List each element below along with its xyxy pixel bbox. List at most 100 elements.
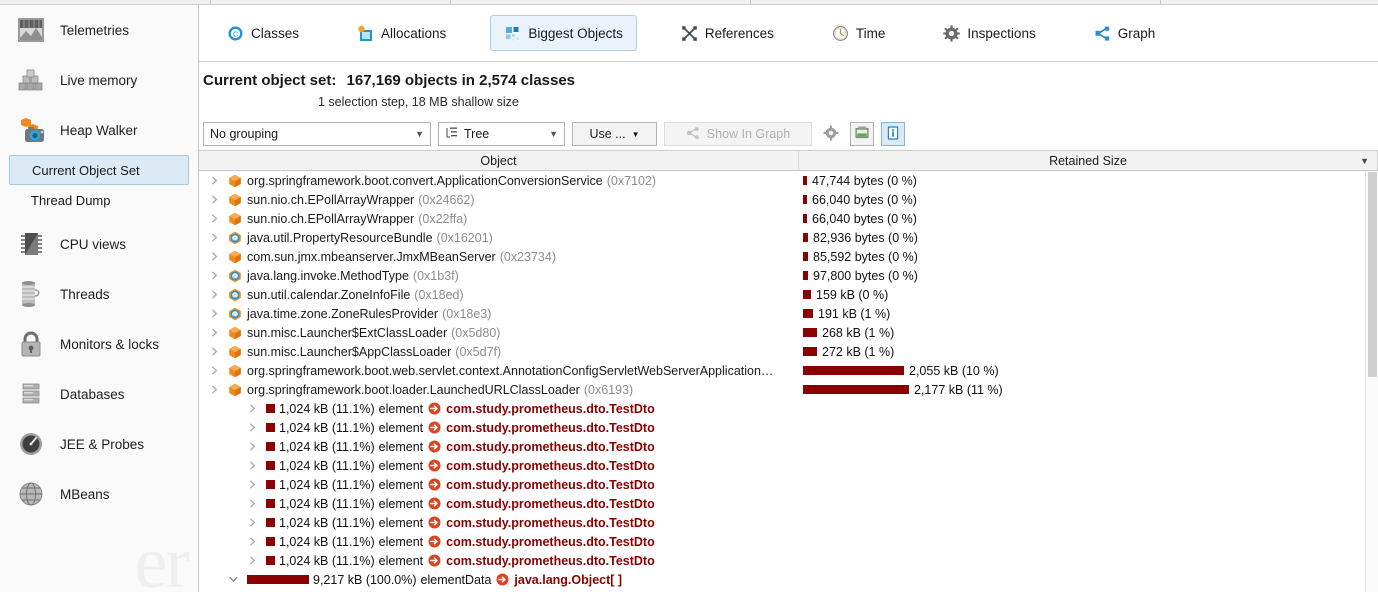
sidebar-item-monitors-locks[interactable]: Monitors & locks bbox=[0, 319, 198, 369]
export-button[interactable] bbox=[850, 122, 874, 146]
chevron-right-icon[interactable] bbox=[246, 535, 259, 548]
chevron-right-icon[interactable] bbox=[246, 497, 259, 510]
chevron-right-icon[interactable] bbox=[246, 478, 259, 491]
view-tabs: C Classes Allocations Biggest Objects Re… bbox=[199, 5, 1378, 62]
tab-time[interactable]: Time bbox=[818, 15, 900, 51]
retained-size-label: 47,744 bytes (0 %) bbox=[812, 173, 917, 188]
tab-inspections[interactable]: Inspections bbox=[929, 15, 1049, 51]
table-row[interactable]: sun.misc.Launcher$AppClassLoader (0x5d7f)… bbox=[199, 342, 1378, 361]
chevron-right-icon[interactable] bbox=[208, 174, 221, 187]
reference-field-name: element bbox=[378, 458, 424, 473]
retained-size-bar bbox=[803, 233, 808, 242]
sidebar-item-telemetries[interactable]: Telemetries bbox=[0, 5, 198, 55]
chevron-right-icon[interactable] bbox=[208, 364, 221, 377]
tab-classes[interactable]: C Classes bbox=[213, 15, 313, 51]
settings-button[interactable] bbox=[819, 122, 843, 146]
sidebar-item-mbeans[interactable]: MBeans bbox=[0, 469, 198, 519]
table-row[interactable]: 1,024 kB (11.1%) element com.study.promet… bbox=[199, 494, 1378, 513]
chevron-right-icon[interactable] bbox=[208, 193, 221, 206]
table-row[interactable]: org.springframework.boot.convert.Applica… bbox=[199, 171, 1378, 190]
chevron-right-icon[interactable] bbox=[208, 288, 221, 301]
object-class-name: sun.util.calendar.ZoneInfoFile bbox=[247, 287, 411, 302]
export-icon bbox=[854, 125, 870, 144]
tab-graph[interactable]: Graph bbox=[1080, 15, 1170, 51]
sidebar-item-cpu-views[interactable]: CPU views bbox=[0, 219, 198, 269]
chevron-down-icon[interactable] bbox=[227, 573, 240, 586]
tab-allocations[interactable]: Allocations bbox=[343, 15, 460, 51]
reference-arrow-icon bbox=[496, 573, 509, 586]
sidebar-item-heap-walker[interactable]: Heap Walker bbox=[0, 105, 198, 155]
column-header-object[interactable]: Object bbox=[199, 151, 799, 171]
chevron-right-icon[interactable] bbox=[246, 516, 259, 529]
cell-object: 1,024 kB (11.1%) element com.study.promet… bbox=[199, 418, 799, 437]
reference-arrow-icon bbox=[428, 459, 441, 472]
table-row[interactable]: sun.nio.ch.EPollArrayWrapper (0x22ffa) 66,… bbox=[199, 209, 1378, 228]
table-row[interactable]: 1,024 kB (11.1%) element com.study.promet… bbox=[199, 475, 1378, 494]
table-row[interactable]: C java.util.PropertyResourceBundle (0x162… bbox=[199, 228, 1378, 247]
table-row[interactable]: C sun.util.calendar.ZoneInfoFile (0x18ed)… bbox=[199, 285, 1378, 304]
sidebar-item-current-object-set[interactable]: Current Object Set bbox=[9, 155, 189, 185]
chevron-right-icon[interactable] bbox=[208, 212, 221, 225]
info-icon bbox=[885, 125, 901, 144]
chevron-right-icon[interactable] bbox=[208, 383, 221, 396]
chevron-right-icon[interactable] bbox=[208, 307, 221, 320]
chevron-right-icon[interactable] bbox=[208, 326, 221, 339]
retained-size-bar bbox=[803, 214, 807, 223]
tab-label: Classes bbox=[251, 25, 300, 41]
chevron-right-icon[interactable] bbox=[208, 345, 221, 358]
cell-retained-size: 2,055 kB (10 %) bbox=[799, 361, 1378, 380]
chevron-right-icon[interactable] bbox=[246, 421, 259, 434]
table-row[interactable]: org.springframework.boot.loader.Launched… bbox=[199, 380, 1378, 399]
info-button[interactable] bbox=[881, 122, 905, 146]
table-body: org.springframework.boot.convert.Applica… bbox=[199, 171, 1378, 592]
class-hexagon-icon: C bbox=[228, 307, 242, 321]
cell-object: 1,024 kB (11.1%) element com.study.promet… bbox=[199, 513, 799, 532]
chevron-right-icon[interactable] bbox=[208, 269, 221, 282]
grouping-select[interactable]: No grouping ▼ bbox=[203, 122, 431, 146]
table-row[interactable]: sun.nio.ch.EPollArrayWrapper (0x24662) 66,… bbox=[199, 190, 1378, 209]
sidebar-item-live-memory[interactable]: Live memory bbox=[0, 55, 198, 105]
table-row[interactable]: com.sun.jmx.mbeanserver.JmxMBeanServer (0… bbox=[199, 247, 1378, 266]
table-row[interactable]: 1,024 kB (11.1%) element com.study.promet… bbox=[199, 532, 1378, 551]
chevron-right-icon[interactable] bbox=[246, 402, 259, 415]
referenced-class-name: com.study.prometheus.dto.TestDto bbox=[446, 401, 655, 416]
cell-object: 1,024 kB (11.1%) element com.study.promet… bbox=[199, 437, 799, 456]
chevron-right-icon[interactable] bbox=[246, 440, 259, 453]
table-row[interactable]: 1,024 kB (11.1%) element com.study.promet… bbox=[199, 399, 1378, 418]
chevron-down-icon: ▼ bbox=[549, 129, 558, 139]
table-row[interactable]: C java.time.zone.ZoneRulesProvider (0x18e… bbox=[199, 304, 1378, 323]
column-header-retained-size[interactable]: Retained Size ▼ bbox=[799, 151, 1378, 171]
table-row[interactable]: sun.misc.Launcher$ExtClassLoader (0x5d80)… bbox=[199, 323, 1378, 342]
scrollbar-thumb[interactable] bbox=[1368, 172, 1377, 377]
sidebar-item-threads[interactable]: Threads bbox=[0, 269, 198, 319]
use-button[interactable]: Use ... ▼ bbox=[572, 122, 657, 146]
sidebar-item-databases[interactable]: Databases bbox=[0, 369, 198, 419]
table-row[interactable]: 1,024 kB (11.1%) element com.study.promet… bbox=[199, 513, 1378, 532]
table-row[interactable]: 9,217 kB (100.0%) elementData java.lang.O… bbox=[199, 570, 1378, 589]
chevron-right-icon[interactable] bbox=[208, 231, 221, 244]
sidebar-item-jee-probes[interactable]: JEE & Probes bbox=[0, 419, 198, 469]
table-row[interactable]: 1,024 kB (11.1%) element com.study.promet… bbox=[199, 437, 1378, 456]
chevron-right-icon[interactable] bbox=[208, 250, 221, 263]
table-row[interactable]: 1,024 kB (11.1%) element com.study.promet… bbox=[199, 551, 1378, 570]
table-row[interactable]: 1,024 kB (11.1%) element com.study.promet… bbox=[199, 418, 1378, 437]
tab-label: Allocations bbox=[381, 25, 447, 41]
chevron-right-icon[interactable] bbox=[246, 554, 259, 567]
view-mode-select[interactable]: Tree ▼ bbox=[438, 122, 565, 146]
tab-references[interactable]: References bbox=[667, 15, 788, 51]
chevron-right-icon[interactable] bbox=[246, 459, 259, 472]
vertical-scrollbar[interactable] bbox=[1365, 171, 1378, 592]
object-class-name: sun.nio.ch.EPollArrayWrapper bbox=[247, 211, 415, 226]
table-row[interactable]: org.springframework.boot.web.servlet.con… bbox=[199, 361, 1378, 380]
referenced-class-name: com.study.prometheus.dto.TestDto bbox=[446, 534, 655, 549]
table-row[interactable]: C java.lang.invoke.MethodType (0x1b3f) 97,… bbox=[199, 266, 1378, 285]
tab-biggest-objects[interactable]: Biggest Objects bbox=[490, 15, 637, 51]
sidebar-item-thread-dump[interactable]: Thread Dump bbox=[9, 185, 189, 215]
table-row[interactable]: 1,024 kB (11.1%) element com.study.promet… bbox=[199, 456, 1378, 475]
